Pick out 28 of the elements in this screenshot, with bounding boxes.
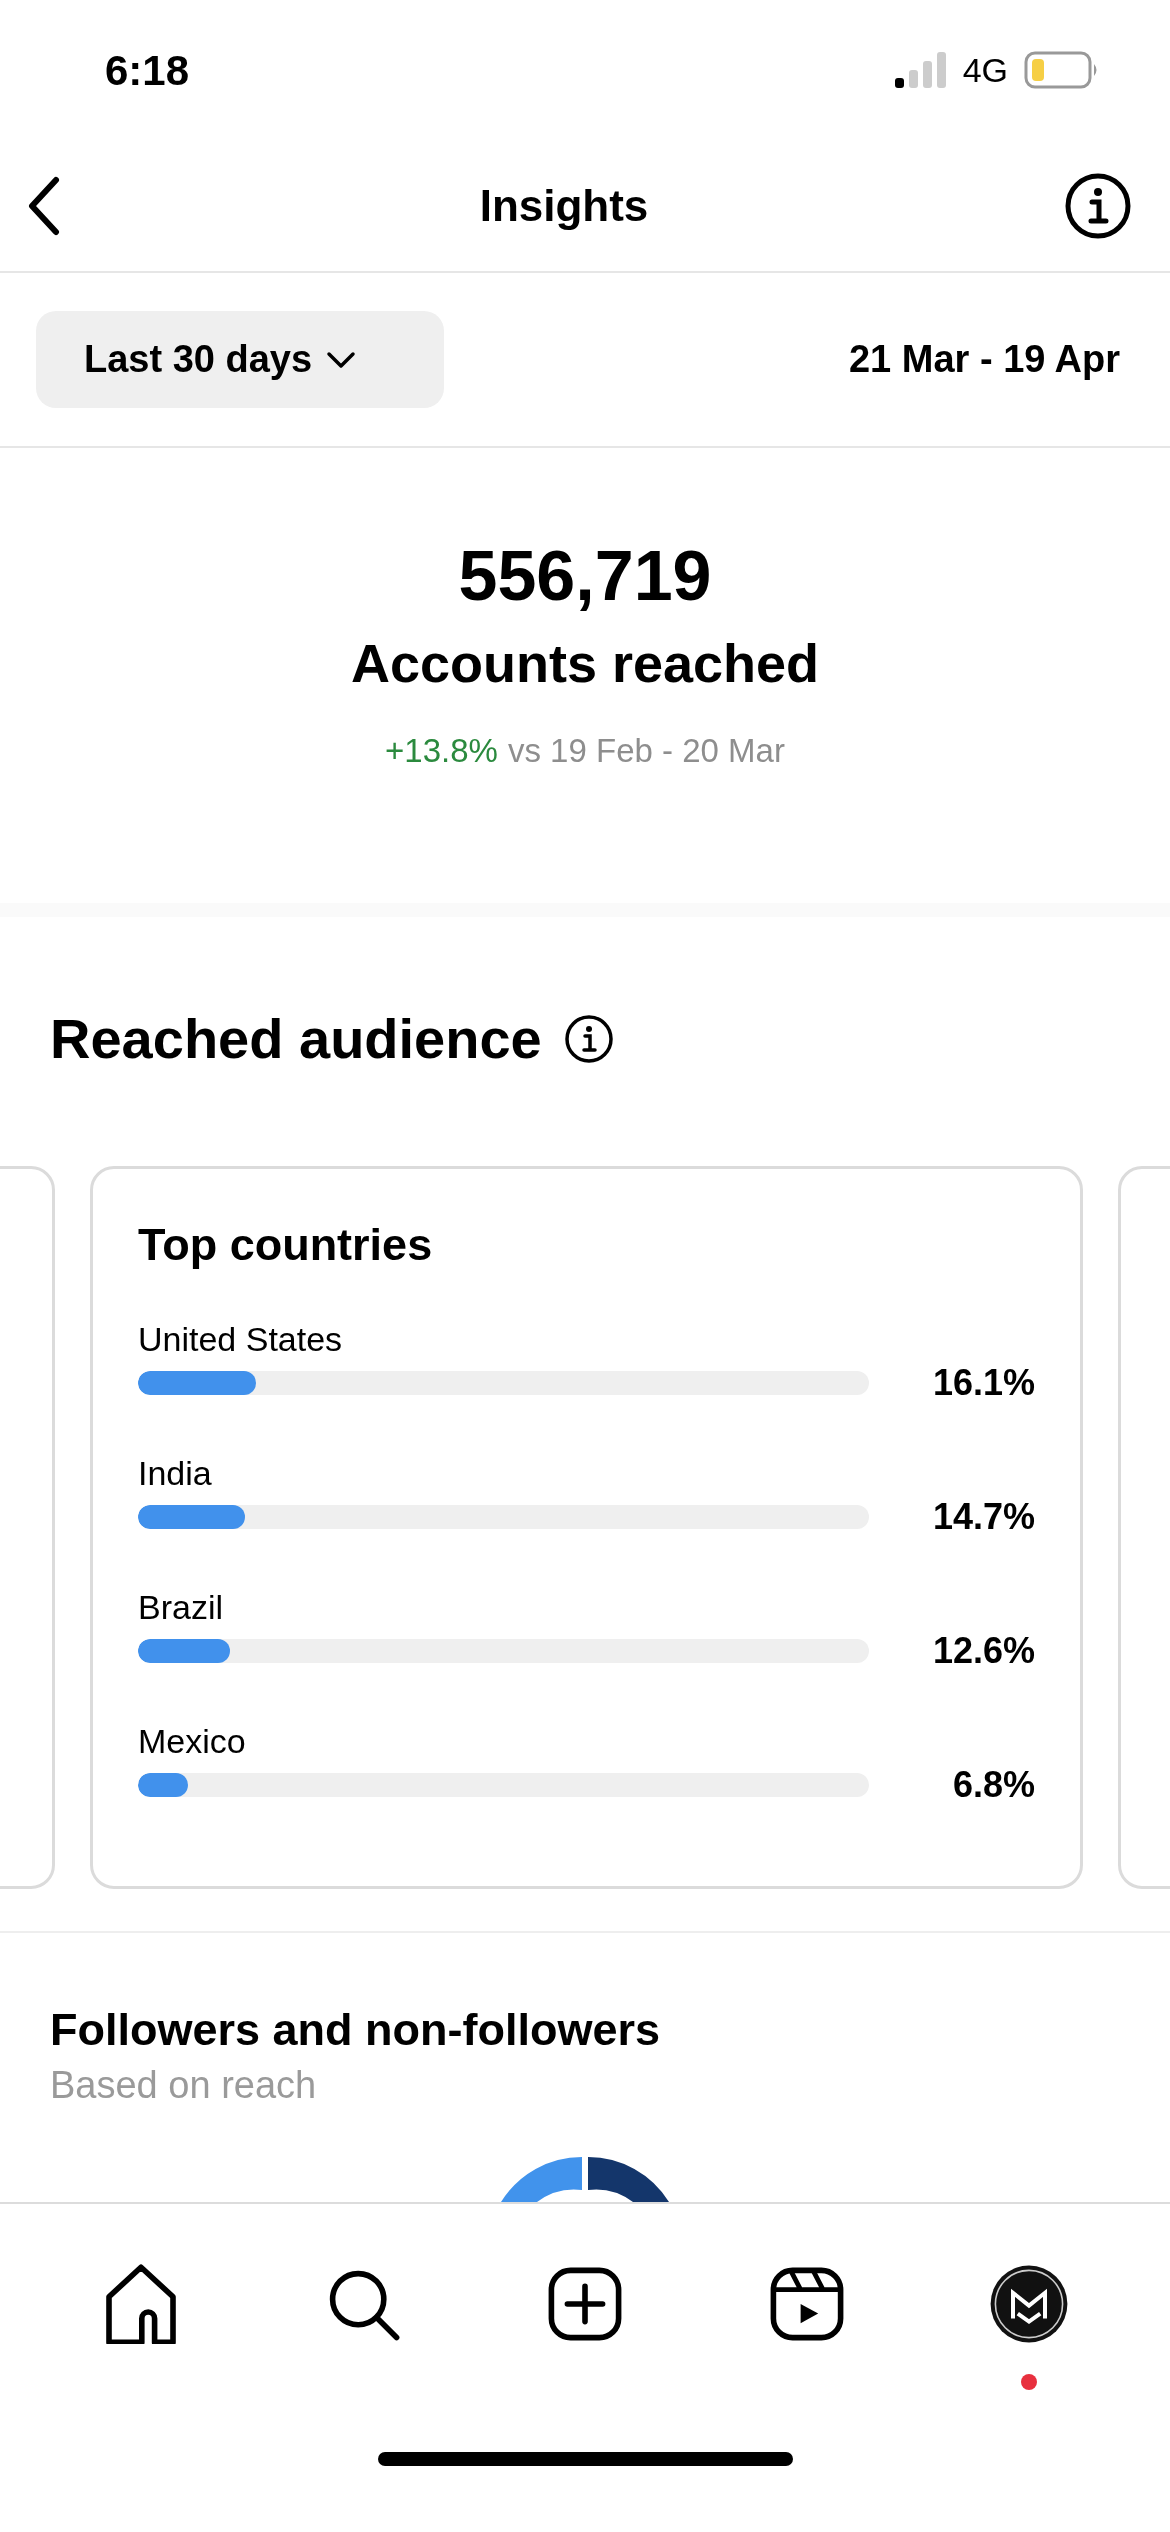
network-label: 4G [962,49,1008,91]
section-title: Reached audience [50,1006,542,1072]
country-name: Mexico [138,1720,247,1761]
country-name: United States [138,1318,344,1359]
status-time: 6:18 [105,45,190,96]
section-title: Followers and non-followers [50,2003,662,2057]
country-name: India [138,1452,213,1493]
info-icon [563,1014,614,1064]
country-name: Brazil [138,1586,225,1627]
signal-icon [894,52,947,88]
info-button[interactable] [1064,171,1132,240]
date-range: 21 Mar - 19 Apr [848,337,1120,382]
card-title: Top countries [138,1218,434,1272]
page-title: Insights [479,179,649,232]
country-percent: 14.7% [931,1494,1035,1539]
notification-dot [1021,2374,1037,2390]
info-icon [1064,171,1132,240]
section-subtitle: Based on reach [50,2063,318,2108]
period-dropdown[interactable]: Last 30 days [36,311,444,408]
country-percent: 12.6% [931,1628,1035,1673]
reach-label: Accounts reached [350,632,820,695]
chevron-down-icon [326,350,357,369]
avatar-icon [989,2264,1069,2344]
country-percent: 6.8% [951,1762,1035,1807]
reach-count: 556,719 [458,538,712,615]
comparison-period: vs 19 Feb - 20 Mar [507,731,785,771]
change-percent: +13.8% [385,731,498,771]
country-percent: 16.1% [931,1360,1035,1405]
